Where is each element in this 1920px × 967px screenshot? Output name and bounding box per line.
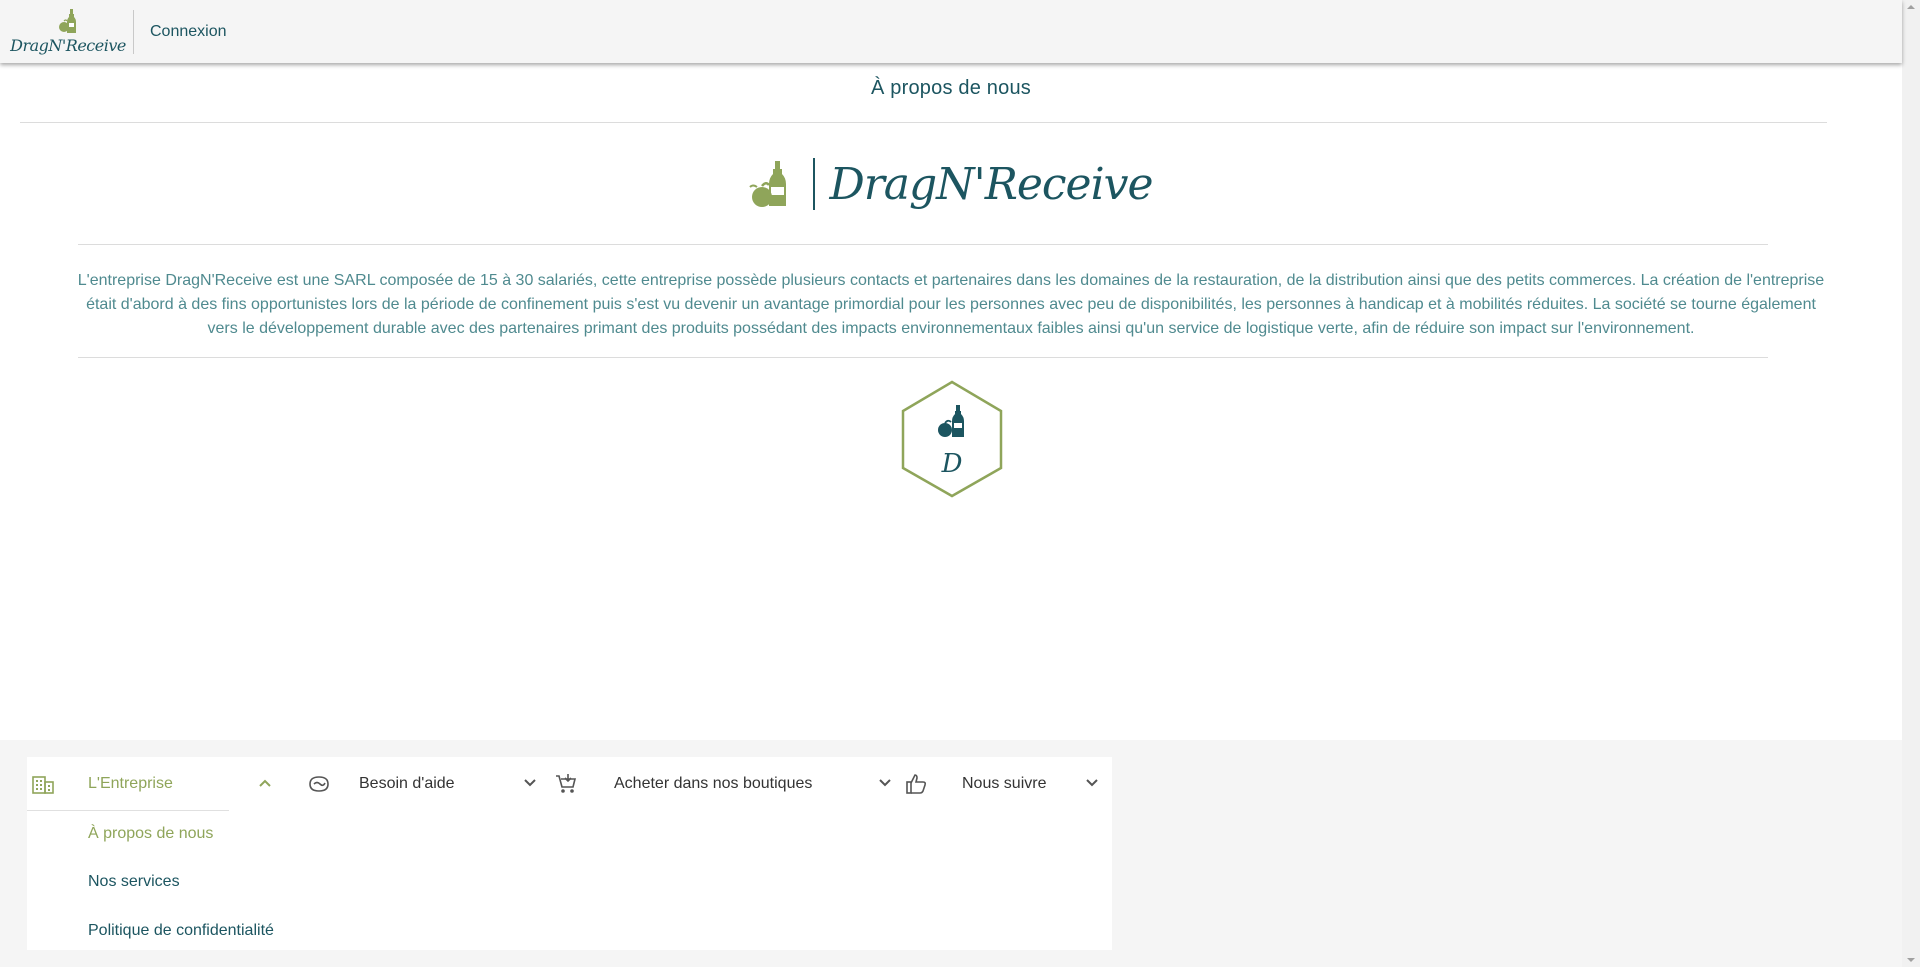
divider [78,244,1768,245]
cart-add-icon [554,772,578,796]
hero-brand-text: DragN'Receive [829,158,1153,210]
footer-group-label: Nous suivre [962,775,1047,792]
footer-group-suivre[interactable]: Nous suivre [905,757,1105,811]
main-content: À propos de nous DragN'Receive L'entrepr… [0,63,1902,740]
footer-link-a-propos[interactable]: À propos de nous [88,825,213,843]
bottle-apple-icon [749,161,787,207]
chevron-down-icon [879,779,891,787]
group-underline [27,810,229,811]
top-app-bar: DragN'Receive Connexion [0,0,1902,63]
scroll-down-arrow-icon[interactable] [1906,956,1916,964]
divider [20,122,1827,123]
header-logo[interactable]: DragN'Receive [0,0,130,63]
hero-logo: DragN'Receive [0,158,1902,210]
page-title: À propos de nous [871,77,1031,99]
footer-group-label: L'Entreprise [88,775,173,792]
bottle-apple-icon [59,9,76,33]
hexagon-logo: D [901,380,1003,498]
login-link[interactable]: Connexion [150,23,227,41]
footer-link-nos-services[interactable]: Nos services [88,873,180,891]
footer-group-entreprise[interactable]: L'Entreprise [27,757,287,811]
header-divider [133,9,134,54]
footer-group-label: Besoin d'aide [359,775,455,792]
footer-group-boutiques[interactable]: Acheter dans nos boutiques [554,757,899,811]
help-handshake-icon [307,772,331,796]
footer-group-aide[interactable]: Besoin d'aide [307,757,547,811]
hero-separator [813,158,816,210]
building-icon [31,772,55,796]
footer-nav-panel: L'Entreprise Besoin d'aide Acheter dans … [27,757,1112,950]
vertical-scrollbar[interactable] [1902,0,1920,967]
company-description: L'entreprise DragN'Receive est une SARL … [77,272,1825,337]
header-brand-text: DragN'Receive [10,36,126,55]
footer-group-label: Acheter dans nos boutiques [614,775,813,792]
chevron-up-icon [259,779,271,787]
footer-link-confidentialite[interactable]: Politique de confidentialité [88,922,274,940]
hex-letter: D [941,449,963,479]
scroll-up-arrow-icon[interactable] [1906,3,1916,11]
thumbs-up-icon [905,772,929,796]
footer: L'Entreprise Besoin d'aide Acheter dans … [0,740,1902,967]
divider [78,357,1768,358]
chevron-down-icon [524,779,536,787]
chevron-down-icon [1086,779,1098,787]
